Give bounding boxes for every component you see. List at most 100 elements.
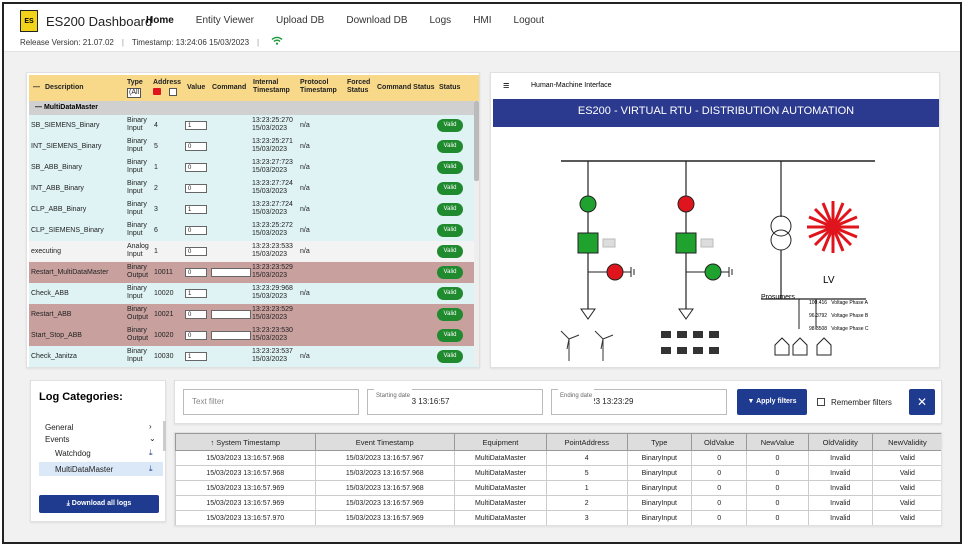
log-cell: 15/03/2023 13:16:57.968	[175, 450, 316, 466]
checkbox-icon[interactable]	[817, 398, 825, 406]
row-internal-timestamp: 13:23:27:724 15/03/2023	[252, 180, 293, 195]
end-date-input[interactable]: Ending date 15/03/2023 13:23:29	[551, 384, 727, 415]
table-row[interactable]: SB_ABB_Binary Binary Input 1 0 13:23:27:723 15…	[29, 157, 479, 178]
address-filter-icon[interactable]	[153, 88, 161, 95]
nav-upload-db[interactable]: Upload DB	[276, 15, 324, 26]
log-col-header[interactable]: Type	[626, 433, 693, 451]
row-internal-timestamp: 13:23:29:968 15/03/2023	[252, 285, 293, 300]
switch-green[interactable]	[675, 232, 697, 254]
nav-download-db[interactable]: Download DB	[346, 15, 407, 26]
table-row[interactable]: Restart_MultiDataMaster Binary Output 10011…	[29, 262, 479, 283]
category-multidatamaster[interactable]: MultiDataMaster	[55, 465, 113, 474]
log-col-header[interactable]: ↑ System Timestamp	[175, 433, 316, 451]
nav-logout[interactable]: Logout	[514, 15, 545, 26]
log-row[interactable]: 15/03/2023 13:16:57.969 15/03/2023 13:16:…	[175, 480, 941, 496]
address-filter-input[interactable]	[169, 88, 177, 96]
table-row[interactable]: INT_ABB_Binary Binary Input 2 0 13:23:27:724 1…	[29, 178, 479, 199]
row-protocol-timestamp: n/a	[300, 248, 310, 255]
row-protocol-timestamp: n/a	[300, 290, 310, 297]
log-col-header[interactable]: OldValidity	[807, 433, 873, 451]
table-row[interactable]: Check_Janitza Binary Input 10030 1 13:23:23:5…	[29, 346, 479, 367]
value-input[interactable]: 0	[185, 184, 207, 193]
value-input[interactable]: 0	[185, 247, 207, 256]
text-filter-input[interactable]: Text filter	[183, 389, 359, 415]
remember-filters-checkbox[interactable]: Remember filters	[817, 398, 892, 407]
category-events[interactable]: Events	[45, 435, 69, 444]
value-input[interactable]: 0	[185, 163, 207, 172]
row-description: executing	[31, 248, 61, 255]
value-input[interactable]: 0	[185, 226, 207, 235]
breaker-status-red[interactable]	[677, 195, 695, 213]
status-badge: Valid	[437, 203, 463, 216]
log-col-header[interactable]: OldValue	[691, 433, 748, 451]
scrollbar-thumb[interactable]	[474, 101, 479, 181]
earth-switch-red[interactable]	[606, 263, 624, 281]
value-input[interactable]: 0	[185, 331, 207, 340]
remember-filters-label: Remember filters	[831, 398, 892, 407]
command-input[interactable]	[211, 331, 251, 340]
value-input[interactable]: 1	[185, 205, 207, 214]
nav-entity-viewer[interactable]: Entity Viewer	[196, 15, 254, 26]
menu-icon[interactable]: ≡	[503, 73, 509, 99]
log-row[interactable]: 15/03/2023 13:16:57.969 15/03/2023 13:16:…	[175, 495, 941, 511]
breaker-status-green[interactable]	[579, 195, 597, 213]
switch-green[interactable]	[577, 232, 599, 254]
table-row[interactable]: Start_Stop_ABB Binary Output 10020 0 13:23:23…	[29, 325, 479, 346]
release-version: Release Version: 21.07.02	[20, 37, 114, 47]
group-row[interactable]: — MultiDataMaster	[29, 101, 479, 115]
chevron-down-icon[interactable]: ⌄	[149, 434, 156, 443]
download-all-logs-button[interactable]: ⤓ Download all logs	[39, 495, 159, 513]
log-row[interactable]: 15/03/2023 13:16:57.968 15/03/2023 13:16:…	[175, 465, 941, 481]
table-row[interactable]: SB_SIEMENS_Binary Binary Input 4 1 13:23:25:2…	[29, 115, 479, 136]
value-input[interactable]: 0	[185, 310, 207, 319]
command-input[interactable]	[211, 268, 251, 277]
download-icon[interactable]: ⤓	[149, 448, 153, 458]
value-input[interactable]: 0	[185, 142, 207, 151]
row-type: Analog Input	[127, 243, 149, 258]
collapse-icon[interactable]: —	[33, 84, 40, 92]
scrollbar[interactable]	[474, 101, 479, 365]
value-input[interactable]: 1	[185, 352, 207, 361]
table-row[interactable]: INT_SIEMENS_Binary Binary Input 5 0 13:23:25:…	[29, 136, 479, 157]
chevron-right-icon[interactable]: ›	[149, 422, 152, 431]
log-cell: 15/03/2023 13:16:57.968	[175, 465, 316, 481]
nav-logs[interactable]: Logs	[430, 15, 452, 26]
table-row[interactable]: CLP_ABB_Binary Binary Input 3 1 13:23:27:724 1…	[29, 199, 479, 220]
col-protocol-timestamp: Protocol Timestamp	[300, 79, 337, 94]
log-col-header[interactable]: NewValidity	[871, 433, 941, 451]
log-col-header[interactable]: NewValue	[746, 433, 809, 451]
sort-arrow-icon[interactable]: ↑	[210, 438, 216, 447]
value-input[interactable]: 0	[185, 268, 207, 277]
nav-hmi[interactable]: HMI	[473, 15, 491, 26]
start-date-input[interactable]: Starting date 15/03/2023 13:16:57	[367, 384, 543, 415]
nav-home[interactable]: Home	[146, 15, 174, 26]
download-icon[interactable]: ⤓	[149, 464, 153, 474]
col-forced-status: Forced Status	[347, 79, 371, 94]
log-col-header[interactable]: Event Timestamp	[314, 433, 455, 451]
col-description[interactable]: Description	[45, 84, 84, 92]
command-input[interactable]	[211, 310, 251, 319]
table-row[interactable]: Restart_ABB Binary Output 10021 0 13:23:23:52…	[29, 304, 479, 325]
category-general[interactable]: General	[45, 423, 73, 432]
log-row[interactable]: 15/03/2023 13:16:57.970 15/03/2023 13:16:…	[175, 510, 941, 525]
earth-switch-green[interactable]	[704, 263, 722, 281]
row-type: Binary Input	[127, 285, 147, 300]
row-type: Binary Input	[127, 138, 147, 153]
type-filter-select[interactable]: (All	[127, 88, 142, 98]
category-watchdog[interactable]: Watchdog	[55, 449, 91, 458]
clear-filters-button[interactable]: ✕	[909, 389, 935, 415]
table-row[interactable]: CLP_SIEMENS_Binary Binary Input 6 0 13:23:25:…	[29, 220, 479, 241]
value-input[interactable]: 1	[185, 121, 207, 130]
value-input[interactable]: 1	[185, 289, 207, 298]
scrollbar[interactable]	[163, 421, 166, 451]
log-cell: 2	[545, 495, 628, 511]
log-cell: Invalid	[807, 450, 873, 466]
table-row[interactable]: executing Analog Input 1 0 13:23:23:533 15/03/…	[29, 241, 479, 262]
row-address: 2	[154, 185, 158, 192]
table-row[interactable]: Check_ABB Binary Input 10020 1 13:23:29:968 15…	[29, 283, 479, 304]
log-row[interactable]: 15/03/2023 13:16:57.968 15/03/2023 13:16:…	[175, 450, 941, 466]
log-col-header[interactable]: PointAddress	[545, 433, 628, 451]
apply-filters-button[interactable]: ▼ Apply filters	[737, 389, 807, 415]
log-col-header[interactable]: Equipment	[454, 433, 547, 451]
log-cell: Invalid	[807, 495, 873, 511]
